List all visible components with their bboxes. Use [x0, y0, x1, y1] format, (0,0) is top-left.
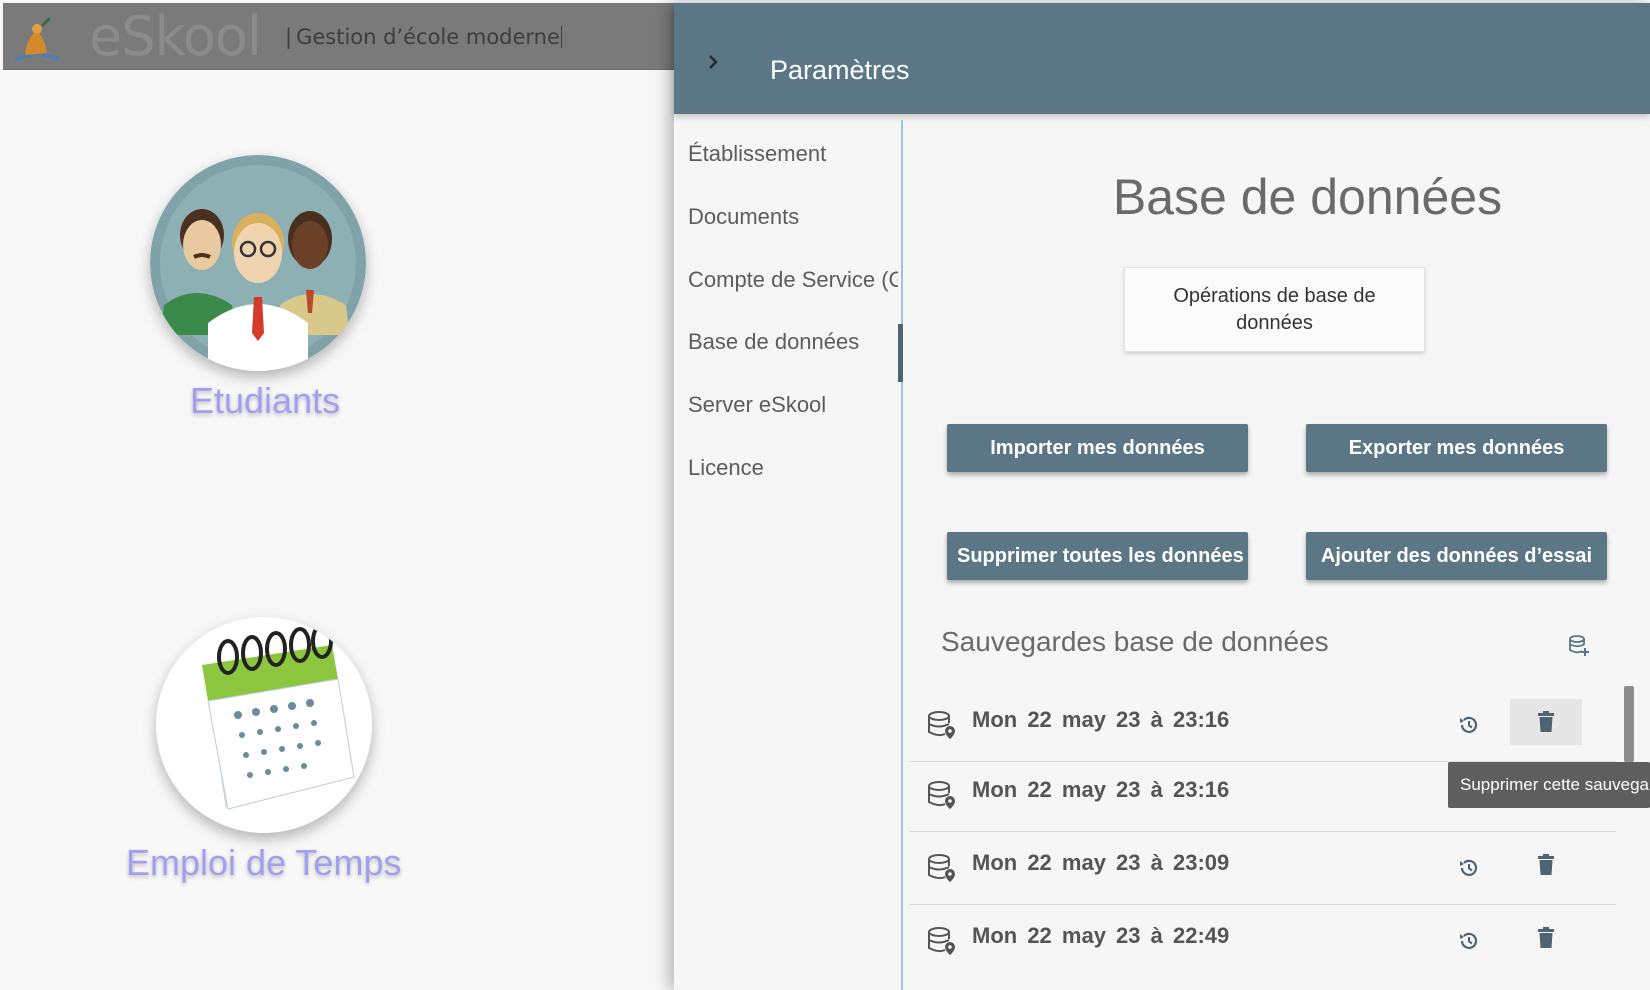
app-subtitle: | Gestion d’école moderne	[285, 25, 562, 49]
import-data-button[interactable]: Importer mes données	[947, 424, 1248, 472]
database-backup-icon	[928, 854, 955, 882]
nav-item-etablissement[interactable]: Établissement	[688, 141, 898, 167]
ops-card-line2: données	[1236, 312, 1313, 334]
backup-row: Mon 22 may 23 à 22:49	[910, 905, 1616, 978]
eskool-logo-icon	[15, 17, 59, 61]
restore-icon[interactable]	[1455, 711, 1483, 739]
settings-content: Base de données Opérations de base de do…	[905, 120, 1650, 990]
students-icon	[150, 155, 366, 371]
scrollbar-thumb[interactable]	[1624, 686, 1634, 762]
db-operations-card: Opérations de base de données	[1124, 267, 1425, 352]
subtitle-text: Gestion d’école moderne	[296, 25, 560, 49]
settings-nav: Établissement Documents Compte de Servic…	[674, 120, 903, 990]
tile-timetable-label: Emploi de Temps	[126, 842, 402, 883]
settings-header: Paramètres	[674, 3, 1650, 114]
trash-icon	[1538, 854, 1554, 875]
tile-timetable[interactable]: Emploi de Temps	[120, 617, 420, 907]
settings-panel: Paramètres Établissement Documents Compt…	[674, 3, 1650, 990]
export-data-button[interactable]: Exporter mes données	[1306, 424, 1607, 472]
delete-backup-button[interactable]	[1510, 699, 1582, 745]
subtitle-separator: |	[285, 25, 293, 49]
chevron-right-icon[interactable]	[706, 55, 720, 69]
backup-date: Mon 22 may 23 à 22:49	[972, 923, 1230, 948]
restore-icon[interactable]	[1455, 854, 1483, 882]
nav-item-compte-service[interactable]: Compte de Service (Gmail)	[688, 267, 898, 293]
tile-students-label: Etudiants	[190, 380, 341, 421]
database-backup-icon	[928, 927, 955, 955]
settings-title: Paramètres	[770, 55, 910, 85]
delete-backup-button[interactable]	[1510, 842, 1582, 888]
database-backup-icon	[928, 711, 955, 739]
delete-all-data-button[interactable]: Supprimer toutes les données	[947, 532, 1248, 580]
delete-backup-button[interactable]	[1510, 915, 1582, 961]
section-title: Base de données	[1112, 169, 1503, 225]
delete-backup-tooltip: Supprimer cette sauvegarde	[1448, 762, 1650, 808]
nav-item-server-eskool[interactable]: Server eSkool	[688, 392, 898, 418]
text-cursor	[560, 26, 562, 48]
nav-item-documents[interactable]: Documents	[688, 204, 898, 230]
add-backup-icon[interactable]	[1568, 635, 1590, 657]
nav-item-base-de-donnees[interactable]: Base de données	[688, 329, 898, 355]
restore-icon[interactable]	[1455, 927, 1483, 955]
backups-title: Sauvegardes base de données	[941, 626, 1329, 657]
add-test-data-button[interactable]: Ajouter des données d’essai	[1306, 532, 1607, 580]
backup-date: Mon 22 may 23 à 23:16	[972, 707, 1230, 732]
trash-icon	[1538, 711, 1554, 732]
ops-card-line1: Opérations de base de	[1173, 285, 1376, 307]
database-backup-icon	[928, 781, 955, 809]
nav-active-indicator	[898, 324, 903, 382]
backup-date: Mon 22 may 23 à 23:09	[972, 850, 1230, 875]
tile-students[interactable]: Etudiants	[150, 155, 390, 435]
backup-row: Mon 22 may 23 à 23:09	[910, 832, 1616, 905]
nav-item-licence[interactable]: Licence	[688, 455, 898, 481]
backup-row: Mon 22 may 23 à 23:16	[910, 689, 1616, 762]
backup-date: Mon 22 may 23 à 23:16	[972, 777, 1230, 802]
calendar-icon	[156, 617, 372, 833]
app-brand: eSkool	[89, 5, 262, 68]
trash-icon	[1538, 927, 1554, 948]
